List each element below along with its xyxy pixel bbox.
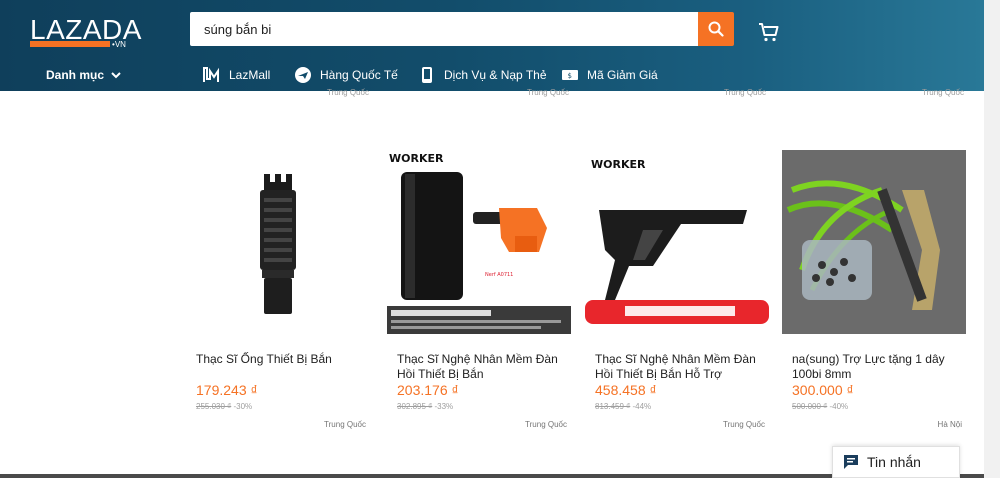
nav-services[interactable]: Dịch Vụ & Nạp Thẻ (418, 66, 547, 84)
discount-badge: -33% (434, 402, 454, 411)
top-header: LAZADA •VN súng bắn bi Danh mục LazMall (0, 0, 1000, 91)
worker-tube-image: WORKER Nerf A0711 (387, 152, 571, 334)
cart-icon (759, 23, 779, 42)
product-title[interactable]: Thạc Sĩ Nghệ Nhân Mềm Đàn Hồi Thiết Bị B… (397, 352, 567, 382)
product-old-price: 255.030 ₫ -30% (196, 402, 252, 411)
search-input[interactable]: súng bắn bi (190, 12, 700, 46)
product-title[interactable]: na(sung) Trợ Lực tặng 1 dây 100bi 8mm (792, 352, 962, 382)
plane-icon (294, 66, 312, 84)
product-old-price: 813.459 ₫ -44% (595, 402, 651, 411)
worker-stock-image: WORKER (585, 158, 769, 324)
brand-label: WORKER (389, 152, 444, 165)
product-origin: Trung Quốc (525, 420, 567, 429)
nav-vouchers[interactable]: $ Mã Giảm Giá (561, 66, 658, 84)
nav-label: Dịch Vụ & Nạp Thẻ (444, 68, 547, 82)
logo-sub: •VN (112, 40, 126, 49)
logo-underline (30, 41, 110, 47)
product-card[interactable]: WORKER Thạc Sĩ Nghệ Nhân Mềm Đàn Hồi Thi… (585, 150, 769, 435)
muzzle-image (260, 174, 296, 314)
discount-badge: -44% (632, 402, 652, 411)
product-card[interactable]: Thạc Sĩ Ống Thiết Bị Bắn 179.243 ₫ 255.0… (186, 150, 370, 435)
slingshot-image (782, 150, 966, 334)
brand-label: WORKER (591, 158, 646, 171)
product-title[interactable]: Thạc Sĩ Nghệ Nhân Mềm Đàn Hồi Thiết Bị B… (595, 352, 765, 382)
product-image[interactable] (186, 150, 370, 334)
search-value: súng bắn bi (204, 22, 272, 37)
product-image[interactable] (782, 150, 966, 334)
lazmall-icon (203, 66, 221, 84)
discount-badge: -40% (829, 402, 849, 411)
previous-origin: Trung Quốc (724, 88, 766, 97)
page-scrollbar[interactable] (984, 0, 1000, 478)
original-price: 813.459 ₫ (595, 402, 631, 411)
original-price: 302.895 ₫ (397, 402, 433, 411)
product-price: 179.243 ₫ (196, 382, 258, 398)
categories-label: Danh mục (46, 68, 105, 82)
discount-badge: -30% (233, 402, 253, 411)
search-button[interactable] (698, 12, 734, 46)
product-price: 203.176 ₫ (397, 382, 459, 398)
previous-origin: Trung Quốc (527, 88, 569, 97)
nav-label: Mã Giảm Giá (587, 68, 658, 82)
product-price: 458.458 ₫ (595, 382, 657, 398)
previous-origin: Trung Quốc (922, 88, 964, 97)
nav-international[interactable]: Hàng Quốc Tế (294, 66, 398, 84)
previous-origin: Trung Quốc (327, 88, 369, 97)
categories-menu[interactable]: Danh mục (46, 68, 122, 82)
chat-label: Tin nhắn (867, 454, 921, 470)
search-icon (708, 21, 724, 37)
nav-label: LazMall (229, 68, 271, 82)
nav-lazmall[interactable]: LazMall (203, 66, 270, 84)
nav-label: Hàng Quốc Tế (320, 68, 398, 82)
product-price: 300.000 ₫ (792, 382, 854, 398)
chat-widget-button[interactable]: Tin nhắn (832, 446, 960, 478)
product-card[interactable]: na(sung) Trợ Lực tặng 1 dây 100bi 8mm 30… (782, 150, 966, 435)
lazada-logo[interactable]: LAZADA •VN (30, 14, 141, 50)
product-origin: Trung Quốc (723, 420, 765, 429)
svg-text:$: $ (568, 72, 572, 80)
product-card[interactable]: WORKER Nerf A0711 Thạc Sĩ Nghệ Nhân Mềm … (387, 150, 571, 435)
product-image[interactable]: WORKER Nerf A0711 (387, 150, 571, 334)
product-image[interactable]: WORKER (585, 150, 769, 334)
product-old-price: 500.000 ₫ -40% (792, 402, 848, 411)
svg-text:Nerf A0711: Nerf A0711 (485, 272, 513, 278)
product-origin: Trung Quốc (324, 420, 366, 429)
product-origin: Hà Nội (937, 420, 962, 429)
chevron-down-icon (111, 72, 121, 79)
phone-icon (418, 66, 436, 84)
cart-button[interactable] (757, 20, 781, 44)
product-old-price: 302.895 ₫ -33% (397, 402, 453, 411)
chat-icon (844, 455, 858, 469)
product-title[interactable]: Thạc Sĩ Ống Thiết Bị Bắn (196, 352, 366, 367)
original-price: 500.000 ₫ (792, 402, 828, 411)
original-price: 255.030 ₫ (196, 402, 232, 411)
voucher-icon: $ (561, 66, 579, 84)
